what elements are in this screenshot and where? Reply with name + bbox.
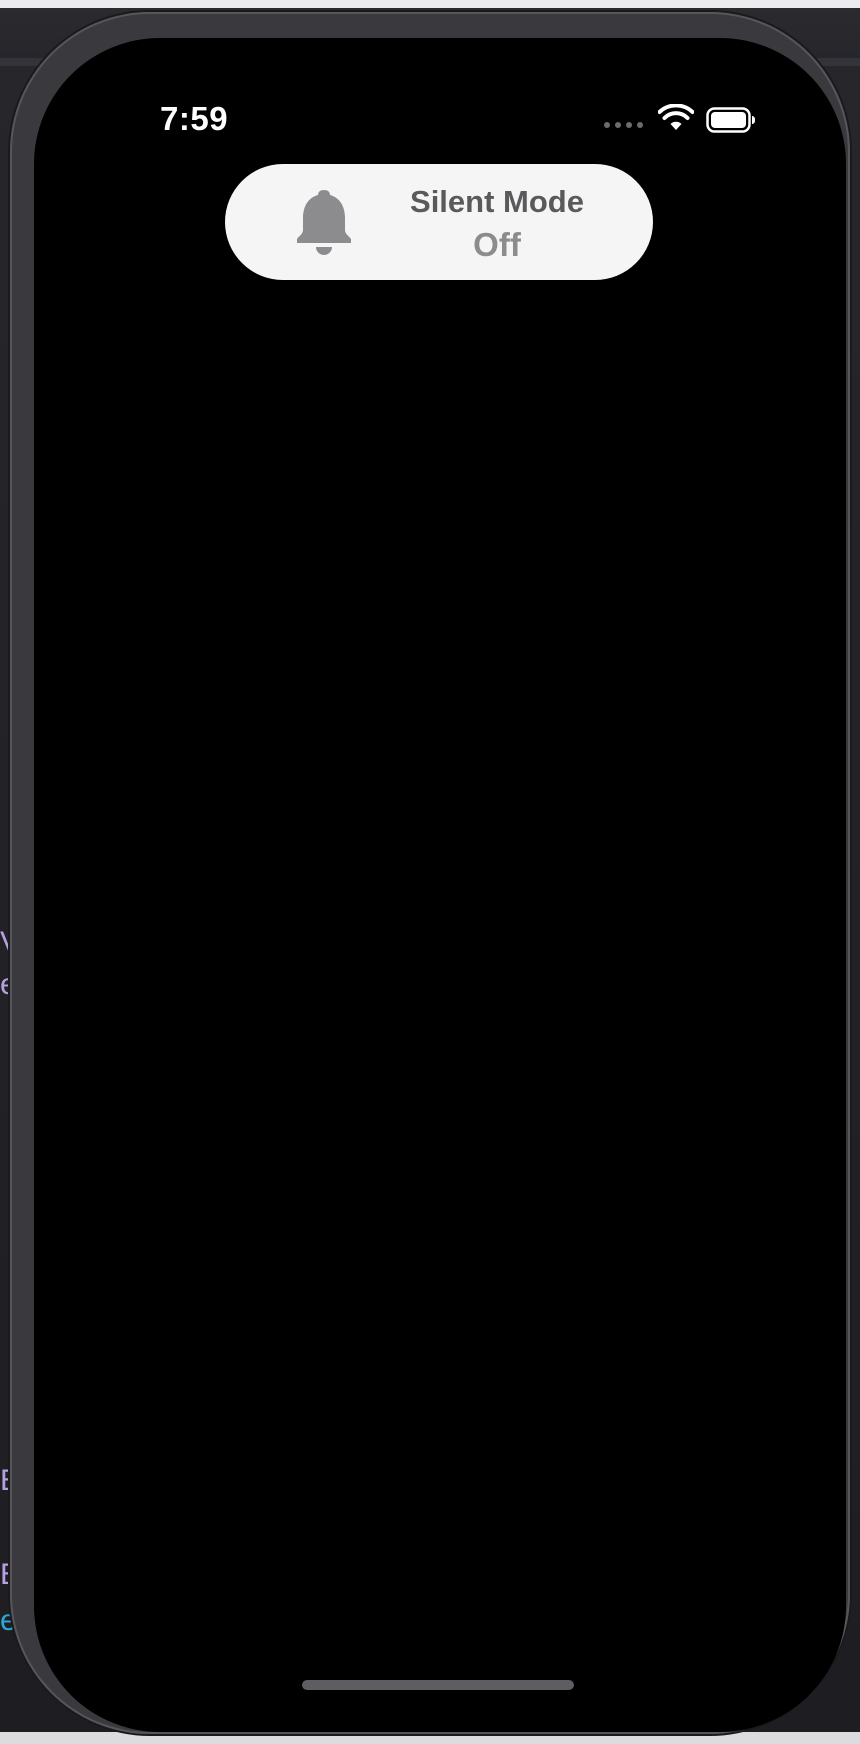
battery-icon — [706, 107, 755, 133]
silent-mode-status: Off — [473, 226, 521, 263]
home-indicator[interactable] — [302, 1680, 574, 1690]
status-bar-time: 7:59 — [160, 100, 229, 137]
phone-screen: 7:59 Silent Mode Off — [34, 38, 846, 1732]
cellular-dots-icon — [604, 122, 643, 128]
phone-frame: 7:59 Silent Mode Off — [10, 12, 850, 1734]
silent-mode-banner: Silent Mode Off — [225, 164, 653, 280]
bell-icon — [297, 190, 351, 255]
silent-mode-title: Silent Mode — [410, 184, 584, 219]
wifi-icon — [658, 104, 694, 130]
